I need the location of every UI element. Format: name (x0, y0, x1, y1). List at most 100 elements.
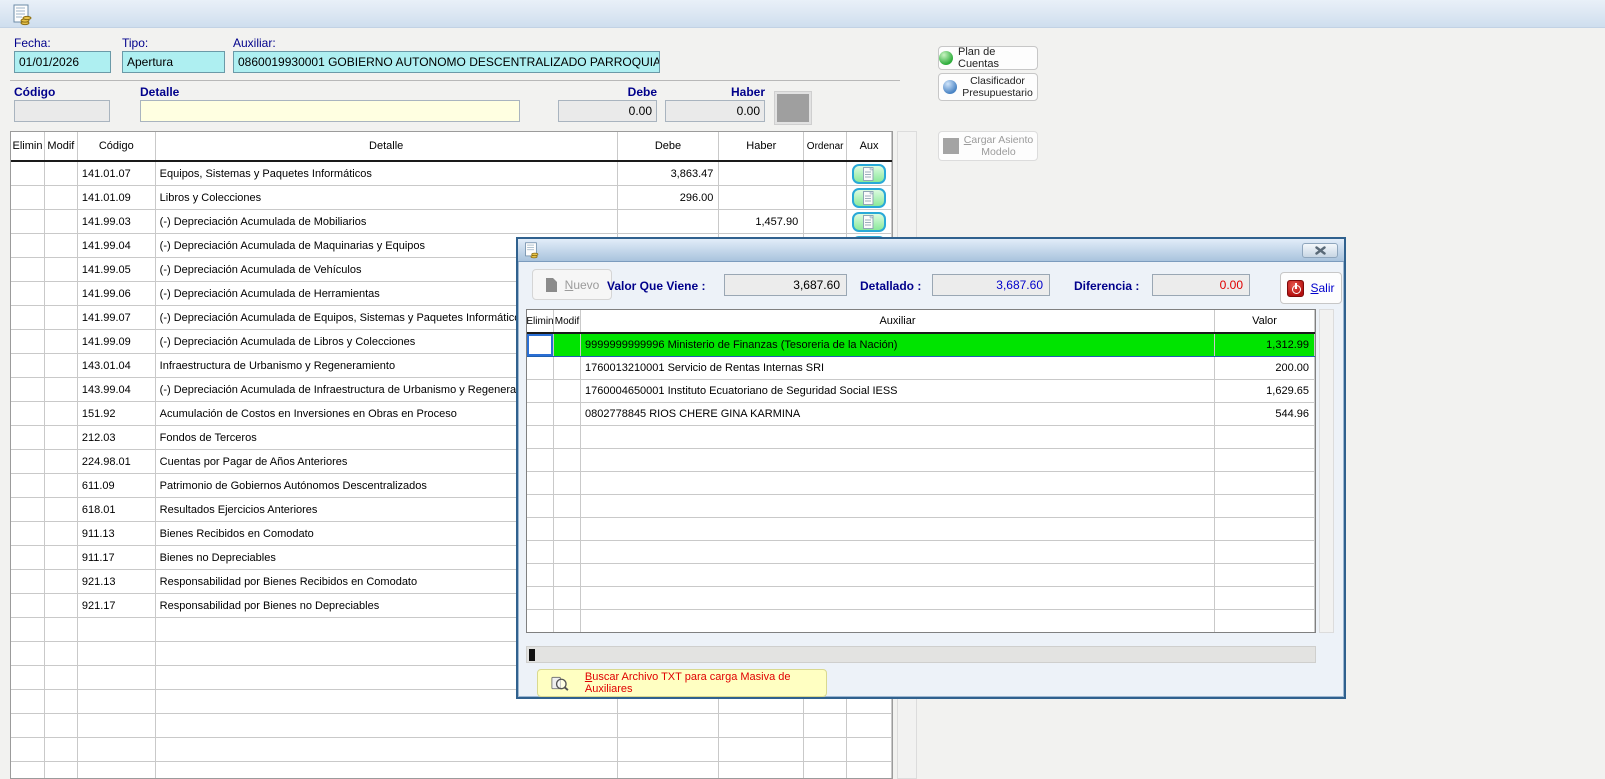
cell-modif[interactable] (45, 162, 78, 185)
cell-elimin[interactable] (11, 186, 45, 209)
nuevo-button[interactable]: Nuevo (532, 269, 612, 300)
cell-elimin[interactable] (11, 210, 45, 233)
cell-modif[interactable] (45, 402, 78, 425)
blue-sphere-icon (943, 80, 957, 94)
cell-elimin[interactable] (11, 570, 45, 593)
detalle-label: Detalle (140, 85, 179, 99)
dialog-close-button[interactable] (1302, 243, 1338, 258)
cell-modif[interactable] (554, 403, 581, 425)
cell-elimin[interactable] (11, 426, 45, 449)
cell-modif[interactable] (45, 498, 78, 521)
dialog-grid-scrollbar[interactable] (1319, 309, 1334, 633)
cell-elimin[interactable] (11, 234, 45, 257)
cell-modif (45, 642, 78, 665)
cell-modif[interactable] (45, 258, 78, 281)
cell-elimin[interactable] (11, 354, 45, 377)
cell-modif[interactable] (45, 282, 78, 305)
tipo-field[interactable]: Apertura (122, 51, 225, 73)
cell-elimin[interactable] (11, 594, 45, 617)
asiento-table-row[interactable]: 141.01.07 Equipos, Sistemas y Paquetes I… (11, 162, 892, 186)
cell-ordenar[interactable] (804, 186, 847, 209)
debe-input[interactable]: 0.00 (558, 100, 657, 122)
auxiliar-empty-row[interactable] (527, 426, 1315, 449)
auxiliar-empty-row[interactable] (527, 587, 1315, 610)
cell-modif[interactable] (45, 210, 78, 233)
cell-elimin[interactable] (11, 402, 45, 425)
cell-modif[interactable] (45, 306, 78, 329)
cell-modif[interactable] (45, 330, 78, 353)
auxiliar-empty-row[interactable] (527, 472, 1315, 495)
cargar-asiento-modelo-button[interactable]: Cargar Asiento Modelo (938, 131, 1038, 161)
cell-modif[interactable] (554, 380, 581, 402)
auxiliar-empty-row[interactable] (527, 518, 1315, 541)
cell-elimin[interactable] (11, 474, 45, 497)
detalle-input[interactable] (140, 100, 520, 122)
auxiliar-empty-row[interactable] (527, 610, 1315, 633)
cell-modif[interactable] (45, 450, 78, 473)
cell-modif[interactable] (45, 234, 78, 257)
cell-elimin[interactable] (11, 306, 45, 329)
aux-detail-button[interactable] (852, 212, 886, 232)
cell-modif[interactable] (554, 357, 581, 379)
plan-de-cuentas-button[interactable]: Plan de Cuentas (938, 46, 1038, 70)
cell-modif[interactable] (45, 594, 78, 617)
cell-aux (847, 210, 892, 233)
cell-elimin[interactable] (11, 450, 45, 473)
asiento-empty-row[interactable] (11, 738, 892, 762)
cell-elimin[interactable] (11, 282, 45, 305)
cell-modif[interactable] (45, 570, 78, 593)
journal-document-icon (12, 4, 34, 26)
cell-modif[interactable] (45, 546, 78, 569)
cell-modif[interactable] (554, 334, 581, 356)
cell-modif[interactable] (45, 522, 78, 545)
cell-elimin[interactable] (11, 378, 45, 401)
auxiliar-empty-row[interactable] (527, 564, 1315, 587)
cell-modif[interactable] (45, 378, 78, 401)
cell-modif[interactable] (45, 186, 78, 209)
auxiliar-table-row[interactable]: 9999999999996 Ministerio de Finanzas (Te… (527, 334, 1315, 357)
salir-button[interactable]: Salir (1280, 272, 1342, 304)
aux-detail-button[interactable] (852, 188, 886, 208)
cell-codigo: 141.99.03 (78, 210, 156, 233)
haber-input[interactable]: 0.00 (665, 100, 765, 122)
cell-elimin[interactable] (527, 357, 554, 379)
auxiliar-table-row[interactable]: 1760004650001 Instituto Ecuatoriano de S… (527, 380, 1315, 403)
aux-detail-button[interactable] (852, 164, 886, 184)
cell-modif (45, 714, 78, 737)
dialog-grid-hscrollbar[interactable] (526, 646, 1316, 663)
cell-modif[interactable] (45, 474, 78, 497)
cell-ordenar[interactable] (804, 162, 847, 185)
auxiliar-table-row[interactable]: 0802778845 RIOS CHERE GINA KARMINA 544.9… (527, 403, 1315, 426)
auxiliar-empty-row[interactable] (527, 541, 1315, 564)
codigo-input[interactable] (14, 100, 110, 122)
cell-modif[interactable] (45, 354, 78, 377)
auxiliar-empty-row[interactable] (527, 449, 1315, 472)
asiento-empty-row[interactable] (11, 762, 892, 779)
cell-elimin[interactable] (11, 330, 45, 353)
cell-elimin[interactable] (527, 334, 554, 356)
auxiliar-empty-row[interactable] (527, 495, 1315, 518)
buscar-archivo-txt-button[interactable]: Buscar Archivo TXT para carga Masiva de … (537, 669, 827, 697)
entry-action-button[interactable] (775, 92, 811, 124)
hscroll-thumb[interactable] (529, 649, 535, 661)
fecha-field[interactable]: 01/01/2026 (14, 51, 111, 73)
cell-ordenar[interactable] (804, 210, 847, 233)
cell-modif (554, 472, 581, 494)
cell-modif[interactable] (45, 426, 78, 449)
cell-elimin[interactable] (11, 498, 45, 521)
tipo-label: Tipo: (122, 36, 148, 50)
cell-elimin[interactable] (527, 380, 554, 402)
cell-elimin[interactable] (11, 162, 45, 185)
auxiliar-field[interactable]: 0860019930001 GOBIERNO AUTONOMO DESCENTR… (233, 51, 660, 73)
dialog-titlebar[interactable] (518, 239, 1344, 262)
asiento-empty-row[interactable] (11, 714, 892, 738)
cell-elimin[interactable] (11, 258, 45, 281)
cell-elimin[interactable] (11, 522, 45, 545)
detalle-auxiliares-dialog: Nuevo Valor Que Viene : 3,687.60 Detalla… (516, 237, 1346, 699)
cell-elimin[interactable] (527, 403, 554, 425)
auxiliar-table-row[interactable]: 1760013210001 Servicio de Rentas Interna… (527, 357, 1315, 380)
asiento-table-row[interactable]: 141.01.09 Libros y Colecciones 296.00 (11, 186, 892, 210)
cell-elimin[interactable] (11, 546, 45, 569)
clasificador-presupuestario-button[interactable]: Clasificador Presupuestario (938, 73, 1038, 101)
asiento-table-row[interactable]: 141.99.03 (-) Depreciación Acumulada de … (11, 210, 892, 234)
